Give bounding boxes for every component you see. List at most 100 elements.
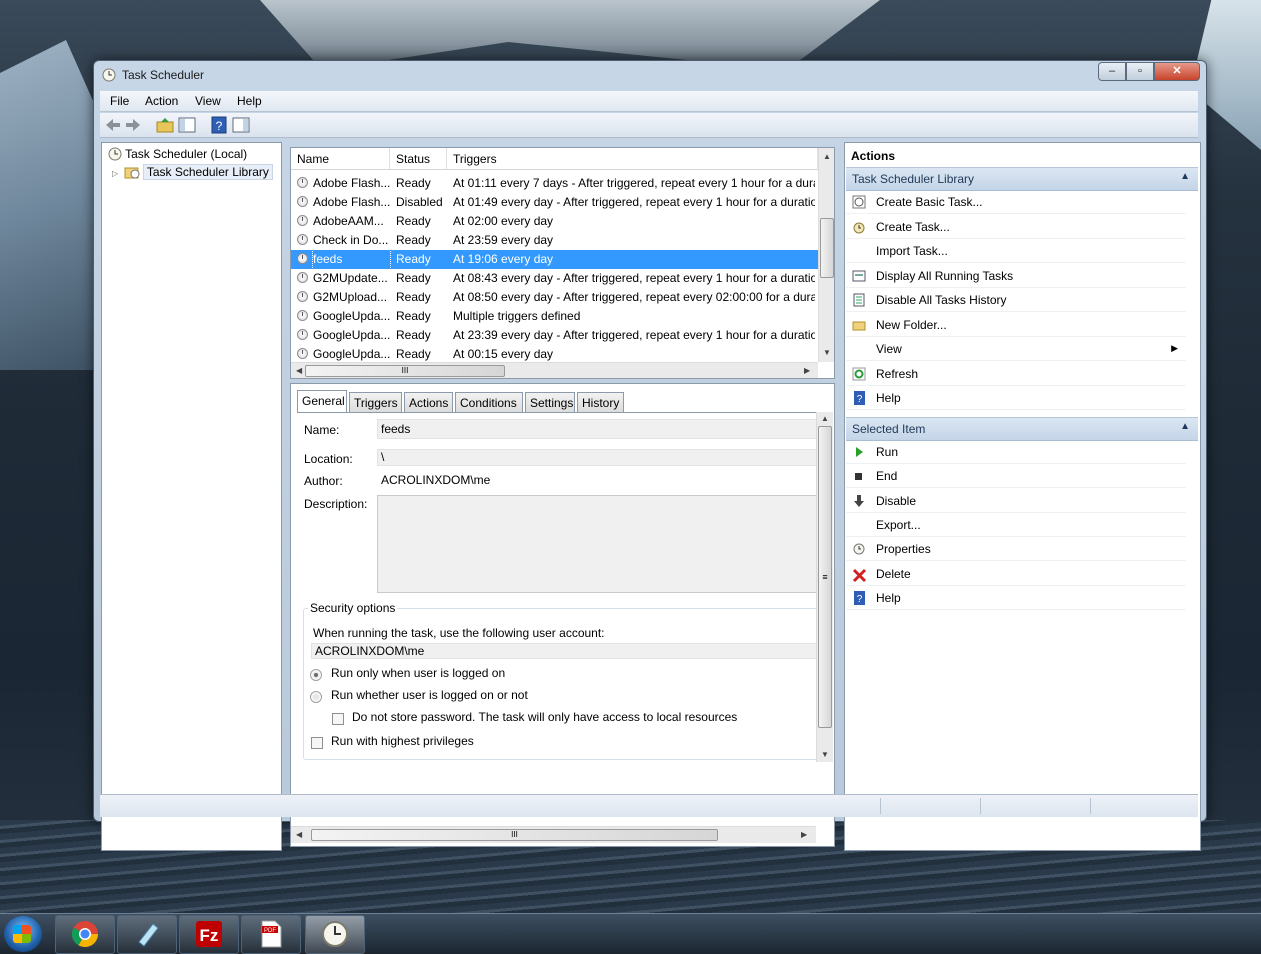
up-folder-icon[interactable]: [156, 116, 174, 134]
user-account-field[interactable]: ACROLINXDOM\me: [311, 643, 817, 659]
collapse-icon[interactable]: ▲: [1180, 171, 1190, 182]
menu-action[interactable]: Action: [145, 94, 178, 108]
author-field[interactable]: ACROLINXDOM\me: [377, 471, 817, 489]
no-store-password-checkbox[interactable]: [332, 713, 344, 725]
section-task-scheduler-library[interactable]: Task Scheduler Library ▲: [846, 167, 1198, 191]
action-create-task[interactable]: Create Task...: [846, 216, 1186, 239]
action-help[interactable]: ? Help: [846, 587, 1186, 610]
task-trigger: At 01:49 every day - After triggered, re…: [453, 195, 815, 209]
taskbar-filezilla[interactable]: Fz: [179, 915, 239, 954]
task-clock-icon: [297, 310, 308, 321]
show-hide-action-pane-icon[interactable]: [232, 116, 250, 134]
table-row[interactable]: GoogleUpda... Ready At 23:39 every day - A…: [291, 326, 818, 345]
menu-view[interactable]: View: [195, 94, 221, 108]
tab-triggers[interactable]: Triggers: [349, 392, 402, 412]
scroll-thumb[interactable]: III: [305, 365, 505, 377]
start-button[interactable]: [4, 916, 42, 952]
task-name: Check in Do...: [313, 233, 389, 247]
forward-icon[interactable]: [124, 116, 142, 134]
table-row[interactable]: Adobe Flash... Disabled At 01:49 every day…: [291, 193, 818, 212]
task-name: Adobe Flash...: [313, 195, 390, 209]
run-logged-on-radio[interactable]: [310, 669, 322, 681]
list-vertical-scrollbar[interactable]: ▲ ▼: [818, 148, 834, 362]
tab-conditions[interactable]: Conditions: [455, 392, 523, 412]
table-row[interactable]: GoogleUpda... Ready Multiple triggers defi…: [291, 307, 818, 326]
action-delete[interactable]: Delete: [846, 563, 1186, 586]
task-status: Ready: [396, 214, 431, 228]
description-label: Description:: [304, 497, 368, 511]
svg-text:?: ?: [857, 594, 863, 605]
tree-item-local[interactable]: Task Scheduler (Local): [108, 147, 247, 161]
action-view[interactable]: View ▶: [846, 338, 1186, 361]
menu-file[interactable]: File: [110, 94, 129, 108]
description-field[interactable]: [377, 495, 817, 593]
details-vertical-scrollbar[interactable]: ▲ ≡ ▼: [816, 412, 833, 762]
section-selected-item[interactable]: Selected Item ▲: [846, 417, 1198, 441]
location-field[interactable]: \: [377, 449, 817, 466]
menu-bar: File Action View Help: [100, 91, 1198, 112]
column-header-name[interactable]: Name: [291, 148, 390, 170]
action-create-basic-task[interactable]: Create Basic Task...: [846, 191, 1186, 214]
action-run[interactable]: Run: [846, 441, 1186, 464]
title-bar[interactable]: Task Scheduler ‒ ▫ ✕: [94, 61, 1206, 89]
running-tasks-icon: [852, 269, 866, 283]
expand-arrow-icon[interactable]: ▷: [112, 169, 118, 178]
table-row[interactable]: Adobe Flash... Ready At 01:11 every 7 days…: [291, 174, 818, 193]
taskbar-chrome[interactable]: [55, 915, 115, 954]
list-horizontal-scrollbar[interactable]: ◀ III ▶: [291, 362, 818, 378]
action-disable[interactable]: Disable: [846, 490, 1186, 513]
name-field[interactable]: feeds: [377, 419, 817, 439]
menu-help[interactable]: Help: [237, 94, 262, 108]
action-export[interactable]: Export...: [846, 514, 1186, 537]
tree-item-label: Task Scheduler Library: [142, 164, 273, 180]
column-header-triggers[interactable]: Triggers: [447, 148, 818, 170]
action-help[interactable]: ? Help: [846, 387, 1186, 410]
action-refresh[interactable]: Refresh: [846, 363, 1186, 386]
toolbar: ?: [100, 113, 1198, 138]
status-separator: [880, 798, 881, 814]
account-prompt: When running the task, use the following…: [313, 626, 605, 640]
task-name: G2MUpload...: [313, 290, 388, 304]
column-header-status[interactable]: Status: [390, 148, 447, 170]
task-name: GoogleUpda...: [313, 309, 390, 323]
task-name: AdobeAAM...: [313, 214, 384, 228]
tab-general[interactable]: General: [297, 390, 347, 413]
table-row[interactable]: Check in Do... Ready At 23:59 every day: [291, 231, 818, 250]
action-label: Help: [876, 391, 901, 405]
tab-history[interactable]: History: [577, 392, 624, 412]
action-properties[interactable]: Properties: [846, 538, 1186, 562]
minimize-button[interactable]: ‒: [1098, 62, 1126, 81]
scroll-thumb[interactable]: [820, 218, 834, 278]
maximize-button[interactable]: ▫: [1126, 62, 1154, 81]
scroll-thumb[interactable]: ≡: [818, 426, 832, 728]
taskbar-task-scheduler[interactable]: [305, 915, 365, 954]
details-horizontal-scrollbar[interactable]: ◀ III ▶: [291, 826, 816, 843]
tab-settings[interactable]: Settings: [525, 392, 575, 412]
scroll-thumb[interactable]: III: [311, 829, 718, 841]
show-hide-console-tree-icon[interactable]: [178, 116, 196, 134]
tree-item-library[interactable]: ▷ Task Scheduler Library: [112, 164, 273, 180]
action-label: Display All Running Tasks: [876, 268, 1014, 283]
status-separator: [1090, 798, 1091, 814]
action-import-task[interactable]: Import Task...: [846, 240, 1186, 263]
highest-privileges-checkbox[interactable]: [311, 737, 323, 749]
taskbar-notepad[interactable]: [117, 915, 177, 954]
table-row[interactable]: feeds Ready At 19:06 every day: [291, 249, 818, 270]
action-disable-all-tasks-history[interactable]: Disable All Tasks History: [846, 289, 1186, 312]
action-end[interactable]: End: [846, 465, 1186, 489]
taskbar-pdf[interactable]: PDF: [241, 915, 301, 954]
action-display-all-running-tasks[interactable]: Display All Running Tasks: [846, 265, 1186, 288]
table-row[interactable]: G2MUpdate... Ready At 08:43 every day - Af…: [291, 269, 818, 288]
back-icon[interactable]: [104, 116, 122, 134]
tab-actions[interactable]: Actions: [404, 392, 453, 412]
action-new-folder[interactable]: New Folder...: [846, 314, 1186, 337]
run-whether-radio[interactable]: [310, 691, 322, 703]
svg-text:PDF: PDF: [264, 928, 276, 934]
task-status: Ready: [396, 252, 431, 266]
help-icon[interactable]: ?: [210, 116, 228, 134]
table-row[interactable]: AdobeAAM... Ready At 02:00 every day: [291, 212, 818, 231]
close-button[interactable]: ✕: [1154, 62, 1200, 81]
history-icon: [852, 293, 866, 307]
table-row[interactable]: G2MUpload... Ready At 08:50 every day - Af…: [291, 288, 818, 307]
collapse-icon[interactable]: ▲: [1180, 421, 1190, 432]
